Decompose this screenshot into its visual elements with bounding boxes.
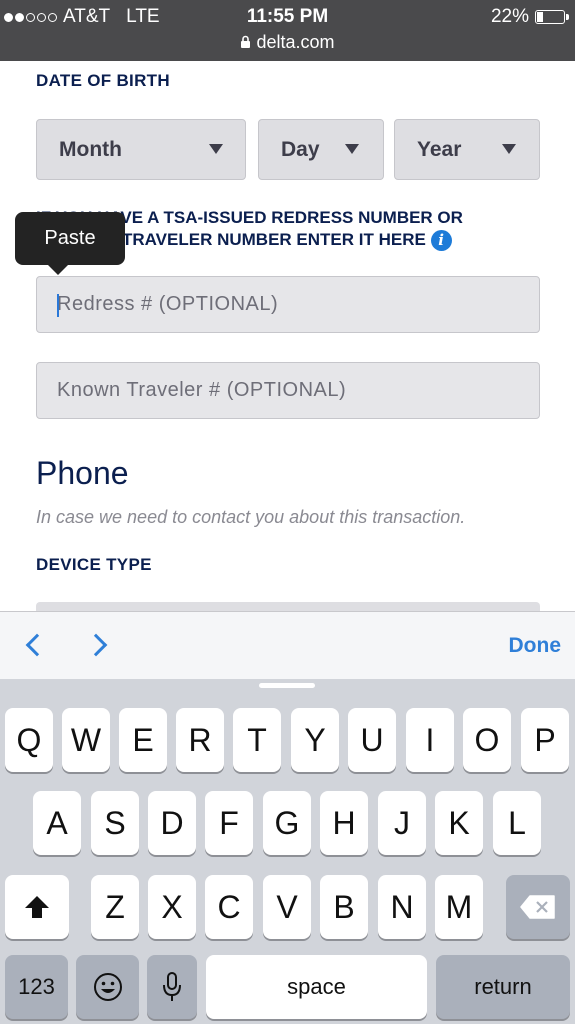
month-select[interactable]: Month <box>36 119 246 180</box>
previous-field-chevron-icon[interactable] <box>25 633 49 657</box>
battery-area: 22% <box>490 6 569 28</box>
paste-menu-button[interactable]: Paste <box>15 212 125 275</box>
next-field-chevron-icon[interactable] <box>84 633 108 657</box>
key-e[interactable]: E <box>119 708 167 772</box>
battery-icon <box>535 10 569 24</box>
space-key[interactable]: space <box>206 955 427 1019</box>
text-cursor <box>57 294 59 317</box>
key-k[interactable]: K <box>435 791 483 855</box>
lock-icon <box>240 33 251 54</box>
known-traveler-input[interactable]: Known Traveler # (OPTIONAL) <box>36 362 540 419</box>
info-icon[interactable]: i <box>430 230 452 252</box>
chevron-down-icon <box>209 144 223 154</box>
key-c[interactable]: C <box>205 875 253 939</box>
shift-key[interactable] <box>5 875 69 939</box>
key-f[interactable]: F <box>205 791 253 855</box>
clock: 11:55 PM <box>246 6 329 27</box>
year-select[interactable]: Year <box>394 119 540 180</box>
month-select-value: Month <box>59 138 122 161</box>
emoji-key[interactable] <box>76 955 139 1019</box>
key-o[interactable]: O <box>463 708 511 772</box>
phone-heading: Phone <box>36 455 129 491</box>
key-a[interactable]: A <box>33 791 81 855</box>
keyboard: Q W E R T Y U I O P A S D F G H J K L Z … <box>0 679 575 1024</box>
key-j[interactable]: J <box>378 791 426 855</box>
key-l[interactable]: L <box>493 791 541 855</box>
key-w[interactable]: W <box>62 708 110 772</box>
key-g[interactable]: G <box>263 791 311 855</box>
shift-icon <box>25 896 49 918</box>
address-bar[interactable]: delta.com <box>0 32 575 54</box>
keyboard-accessory-bar: Done <box>0 611 575 680</box>
day-select-value: Day <box>281 138 320 161</box>
status-bar: AT&T LTE 11:55 PM delta.com 22% <box>0 0 575 61</box>
key-v[interactable]: V <box>263 875 311 939</box>
key-n[interactable]: N <box>378 875 426 939</box>
key-p[interactable]: P <box>521 708 569 772</box>
tsa-line-2: TRAVELER NUMBER ENTER IT HERE <box>122 230 426 249</box>
key-y[interactable]: Y <box>291 708 339 772</box>
dob-label: DATE OF BIRTH <box>36 71 170 90</box>
battery-percent: 22% <box>490 6 529 27</box>
redress-placeholder: Redress # (OPTIONAL) <box>57 293 279 315</box>
device-type-label: DEVICE TYPE <box>36 555 152 574</box>
dictation-key[interactable] <box>147 955 197 1019</box>
key-s[interactable]: S <box>91 791 139 855</box>
key-q[interactable]: Q <box>5 708 53 772</box>
backspace-icon <box>520 895 555 919</box>
chevron-down-icon <box>502 144 516 154</box>
known-traveler-placeholder: Known Traveler # (OPTIONAL) <box>57 379 347 401</box>
key-u[interactable]: U <box>348 708 396 772</box>
key-d[interactable]: D <box>148 791 196 855</box>
phone-subtext: In case we need to contact you about thi… <box>36 507 466 527</box>
done-button[interactable]: Done <box>509 634 562 658</box>
key-z[interactable]: Z <box>91 875 139 939</box>
chevron-down-icon <box>345 144 359 154</box>
return-key[interactable]: return <box>436 955 570 1019</box>
key-r[interactable]: R <box>176 708 224 772</box>
keyboard-handle <box>259 683 315 688</box>
key-t[interactable]: T <box>233 708 281 772</box>
delete-key[interactable] <box>506 875 570 939</box>
redress-input[interactable]: Redress # (OPTIONAL) <box>36 276 540 333</box>
day-select[interactable]: Day <box>258 119 384 180</box>
url-text: delta.com <box>256 32 335 52</box>
numbers-key[interactable]: 123 <box>5 955 68 1019</box>
year-select-value: Year <box>417 138 462 161</box>
key-i[interactable]: I <box>406 708 454 772</box>
key-h[interactable]: H <box>320 791 368 855</box>
key-x[interactable]: X <box>148 875 196 939</box>
key-b[interactable]: B <box>320 875 368 939</box>
emoji-icon <box>93 973 122 1001</box>
microphone-icon <box>163 972 181 1001</box>
key-m[interactable]: M <box>435 875 483 939</box>
